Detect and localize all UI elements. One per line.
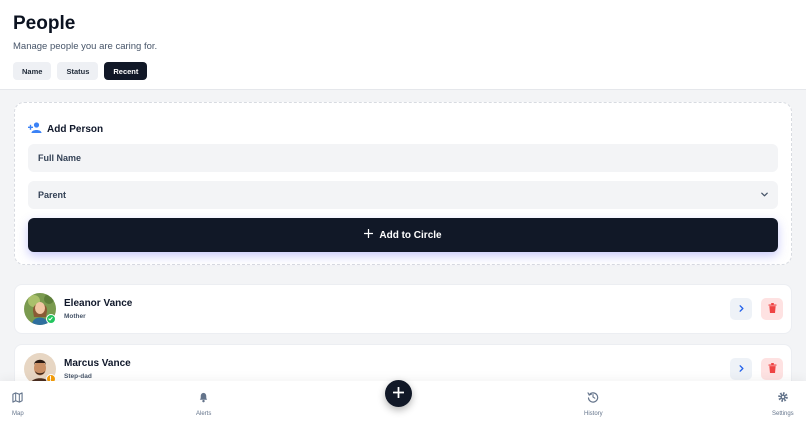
add-fab-button[interactable] — [385, 380, 412, 407]
nav-map-label: Map — [12, 411, 24, 417]
filter-name-chip[interactable]: Name — [13, 62, 52, 80]
trash-icon — [767, 300, 777, 318]
person-name: Marcus Vance — [64, 358, 131, 369]
view-person-button[interactable] — [730, 358, 752, 380]
page-header: People Manage people you are caring for.… — [0, 0, 806, 90]
filter-recent-chip[interactable]: Recent — [104, 62, 148, 80]
map-icon — [12, 390, 23, 408]
add-person-heading: Add Person — [28, 120, 103, 138]
relation-select[interactable]: Parent — [28, 181, 778, 209]
nav-map[interactable]: Map — [12, 390, 24, 417]
page-subtitle: Manage people you are caring for. — [13, 41, 158, 52]
view-person-button[interactable] — [730, 298, 752, 320]
delete-person-button[interactable] — [761, 298, 783, 320]
plus-icon — [364, 228, 374, 241]
add-to-circle-button[interactable]: Add to Circle — [28, 218, 778, 252]
add-user-icon — [28, 120, 42, 138]
nav-history-label: History — [584, 411, 603, 417]
history-icon — [587, 390, 599, 408]
bell-icon — [198, 390, 209, 408]
chevron-right-icon — [737, 300, 746, 318]
plus-icon — [392, 385, 405, 403]
person-relation: Mother — [64, 313, 86, 320]
full-name-placeholder: Full Name — [38, 153, 82, 163]
full-name-input[interactable]: Full Name — [28, 144, 778, 172]
add-person-card: Add Person Full Name Parent Add to Circl… — [14, 102, 792, 265]
nav-settings[interactable]: Settings — [772, 390, 794, 417]
trash-icon — [767, 360, 777, 378]
chevron-down-icon — [760, 190, 769, 201]
add-to-circle-label: Add to Circle — [379, 229, 442, 241]
person-name: Eleanor Vance — [64, 298, 133, 309]
nav-settings-label: Settings — [772, 411, 794, 417]
status-badge — [46, 314, 56, 324]
sort-filters: Name Status Recent — [13, 62, 148, 80]
nav-alerts-label: Alerts — [196, 411, 212, 417]
add-person-title: Add Person — [47, 123, 104, 135]
chevron-right-icon — [737, 360, 746, 378]
nav-history[interactable]: History — [584, 390, 603, 417]
person-card[interactable]: Eleanor Vance Mother — [14, 284, 792, 334]
nav-alerts[interactable]: Alerts — [196, 390, 211, 417]
relation-value: Parent — [38, 190, 67, 200]
delete-person-button[interactable] — [761, 358, 783, 380]
page-title: People — [13, 13, 76, 34]
person-relation: Step-dad — [64, 373, 92, 380]
gear-icon — [777, 390, 789, 408]
filter-status-chip[interactable]: Status — [57, 62, 99, 80]
